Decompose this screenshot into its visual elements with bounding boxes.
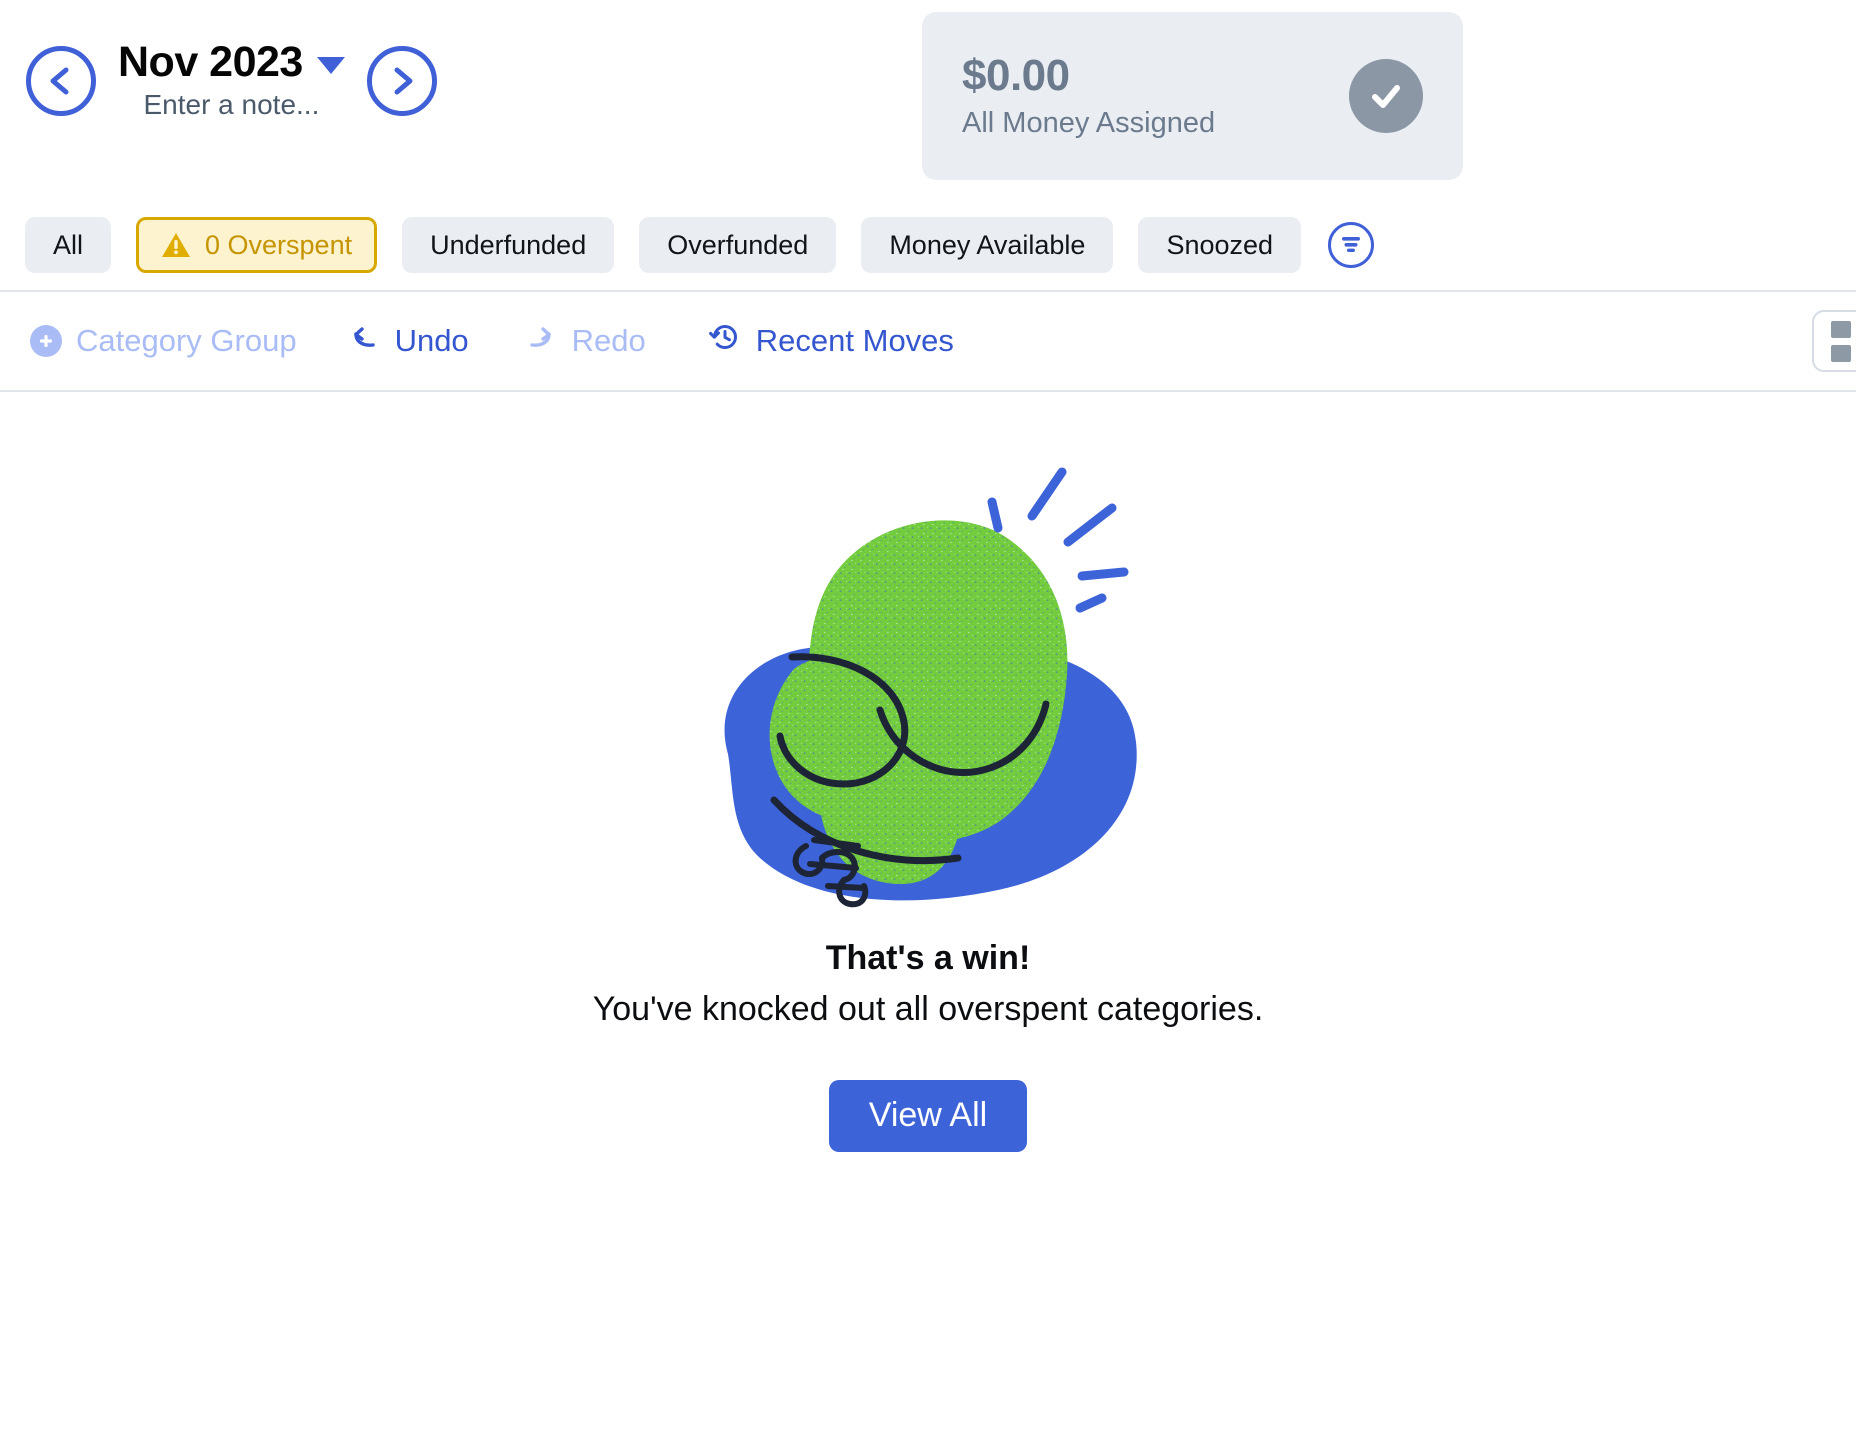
chevron-right-icon <box>385 64 419 98</box>
money-assigned-card[interactable]: $0.00 All Money Assigned <box>922 12 1463 180</box>
check-circle-icon <box>1349 59 1423 133</box>
filter-lines-icon <box>1338 230 1364 261</box>
undo-arrow-icon <box>347 320 381 362</box>
month-navigation: Nov 2023 Enter a note... <box>26 38 437 121</box>
empty-state-subtitle: You've knocked out all overspent categor… <box>592 989 1264 1028</box>
recent-moves-label: Recent Moves <box>755 323 954 358</box>
month-selector[interactable]: Nov 2023 <box>118 38 345 86</box>
boxing-glove-illustration <box>668 454 1188 924</box>
month-title: Nov 2023 <box>118 38 303 86</box>
clock-history-icon <box>708 320 742 362</box>
undo-label: Undo <box>394 323 469 358</box>
filter-pill-row: All 0 Overspent Underfunded Overfunded M… <box>0 200 1856 290</box>
recent-moves-button[interactable]: Recent Moves <box>708 320 954 362</box>
add-category-group-label: Category Group <box>76 323 297 358</box>
warning-triangle-icon <box>161 231 191 259</box>
filter-pill-snoozed[interactable]: Snoozed <box>1138 217 1302 273</box>
budget-toolbar: Category Group Undo Redo Recent Moves <box>0 290 1856 392</box>
header: Nov 2023 Enter a note... $0.00 All Money… <box>0 0 1856 190</box>
filter-pill-label: Overfunded <box>667 229 809 260</box>
empty-state: That's a win! You've knocked out all ove… <box>0 392 1856 1430</box>
money-amount: $0.00 <box>962 50 1070 100</box>
layout-columns-icon <box>1831 320 1851 338</box>
view-all-button[interactable]: View All <box>828 1079 1028 1152</box>
filter-pill-overspent[interactable]: 0 Overspent <box>136 217 378 273</box>
filter-pill-money-available[interactable]: Money Available <box>861 217 1114 273</box>
redo-button[interactable]: Redo <box>524 320 646 362</box>
view-layout-toggle-button[interactable] <box>1812 310 1856 372</box>
filter-pill-label: 0 Overspent <box>205 229 353 260</box>
filter-pill-all[interactable]: All <box>25 217 112 273</box>
redo-arrow-icon <box>524 320 558 362</box>
filter-pill-underfunded[interactable]: Underfunded <box>402 217 615 273</box>
undo-button[interactable]: Undo <box>347 320 469 362</box>
month-note-input[interactable]: Enter a note... <box>143 89 319 121</box>
prev-month-button[interactable] <box>26 45 96 116</box>
empty-state-title: That's a win! <box>825 939 1031 977</box>
money-status-label: All Money Assigned <box>962 107 1216 140</box>
plus-circle-icon <box>30 325 62 357</box>
budget-screen: Nov 2023 Enter a note... $0.00 All Money… <box>0 0 1856 1430</box>
filter-pill-label: All <box>53 229 84 260</box>
chevron-left-icon <box>44 64 78 98</box>
next-month-button[interactable] <box>366 45 437 116</box>
money-card-text: $0.00 All Money Assigned <box>962 50 1216 140</box>
caret-down-icon <box>316 56 345 74</box>
filter-pill-label: Snoozed <box>1166 229 1274 260</box>
month-block: Nov 2023 Enter a note... <box>96 38 367 121</box>
filter-pill-overfunded[interactable]: Overfunded <box>639 217 837 273</box>
layout-columns-icon-second <box>1831 344 1851 362</box>
filter-pill-label: Underfunded <box>430 229 587 260</box>
filter-pill-label: Money Available <box>889 229 1086 260</box>
add-category-group-button[interactable]: Category Group <box>30 323 297 359</box>
redo-label: Redo <box>571 323 646 358</box>
filter-options-button[interactable] <box>1328 222 1375 268</box>
